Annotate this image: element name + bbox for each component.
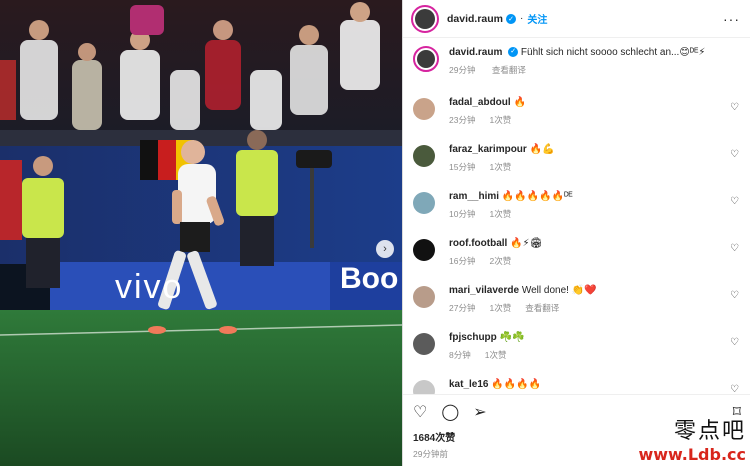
comment-item: kat_le16 🔥🔥🔥🔥 ♡ — [413, 378, 741, 394]
comment-item: roof.football 🔥⚡🏟 16分钟 2次赞 ♡ — [413, 237, 741, 284]
heart-icon[interactable]: ♡ — [730, 243, 739, 254]
comment-time: 27分钟 — [449, 303, 476, 313]
next-photo-button[interactable]: › — [376, 240, 394, 258]
comment-item: faraz_karimpour 🔥💪 15分钟 1次赞 ♡ — [413, 143, 741, 190]
author-username[interactable]: david.raum — [447, 13, 503, 25]
more-horizontal-icon[interactable]: ··· — [723, 11, 740, 27]
commenter-avatar[interactable] — [413, 333, 435, 355]
comment-item: fpjschupp ☘️☘️ 8分钟 1次赞 ♡ — [413, 331, 741, 378]
caption-username[interactable]: david.raum — [449, 47, 502, 58]
caption-time: 29分钟 — [449, 65, 476, 75]
instagram-post-viewer: vivo Boo › david.raum ✓ · 关注 ··· david.r… — [0, 0, 750, 466]
comments-list[interactable]: david.raum ✓ Fühlt sich nicht soooo schl… — [403, 38, 750, 394]
comment-likes[interactable]: 1次赞 — [489, 303, 511, 313]
commenter-avatar[interactable] — [413, 286, 435, 308]
heart-icon[interactable]: ♡ — [730, 290, 739, 301]
comment-time: 10分钟 — [449, 209, 476, 219]
post-photo[interactable]: vivo Boo › — [0, 0, 402, 466]
commenter-username[interactable]: kat_le16 — [449, 379, 488, 390]
comment-text: 🔥💪 — [529, 144, 555, 155]
heart-icon[interactable]: ♡ — [730, 337, 739, 348]
ad-second-text: Boo — [340, 262, 399, 295]
comment-likes[interactable]: 1次赞 — [489, 162, 511, 172]
author-avatar[interactable] — [411, 4, 439, 33]
comment-text: Well done! 👏❤️ — [521, 285, 597, 296]
comment-time: 23分钟 — [449, 115, 476, 125]
advertising-board: vivo Boo — [50, 262, 398, 312]
share-icon[interactable]: ➢ — [473, 402, 486, 422]
comment-time: 8分钟 — [449, 350, 471, 360]
heart-icon[interactable]: ♡ — [730, 102, 739, 113]
comment-icon[interactable]: ◯ — [441, 402, 459, 422]
commenter-username[interactable]: ram__himi — [449, 191, 499, 202]
commenter-avatar[interactable] — [413, 192, 435, 214]
commenter-username[interactable]: mari_vilaverde — [449, 285, 519, 296]
verified-badge-icon: ✓ — [506, 13, 517, 24]
follow-button[interactable]: 关注 — [527, 11, 547, 26]
comment-time: 15分钟 — [449, 162, 476, 172]
heart-icon[interactable]: ♡ — [413, 402, 427, 422]
commenter-avatar[interactable] — [413, 98, 435, 120]
see-translation-link[interactable]: 查看翻译 — [525, 303, 559, 313]
commenter-avatar[interactable] — [413, 239, 435, 261]
comment-likes[interactable]: 1次赞 — [489, 209, 511, 219]
comment-likes[interactable]: 2次赞 — [489, 256, 511, 266]
post-header: david.raum ✓ · 关注 ··· — [403, 0, 750, 38]
comment-text: 🔥🔥🔥🔥 — [491, 379, 542, 390]
caption-text: Fühlt sich nicht soooo schlecht an...😊ᴰᴱ… — [520, 47, 706, 58]
watermark-cn: 零点吧 — [673, 419, 746, 444]
comment-text: 🔥⚡🏟 — [510, 238, 543, 249]
comment-likes[interactable]: 1次赞 — [485, 350, 507, 360]
post-sidebar: david.raum ✓ · 关注 ··· david.raum ✓ Fühlt… — [402, 0, 750, 466]
comment-item: ram__himi 🔥🔥🔥🔥🔥ᴰᴱ 10分钟 1次赞 ♡ — [413, 190, 741, 237]
heart-icon[interactable]: ♡ — [730, 149, 739, 160]
ad-brand-text: vivo — [115, 267, 184, 306]
commenter-username[interactable]: faraz_karimpour — [449, 144, 527, 155]
chevron-right-icon: › — [383, 242, 387, 255]
caption-avatar[interactable] — [413, 46, 439, 72]
watermark: 零点吧 www.Ldb.cc — [638, 413, 746, 464]
see-translation-link[interactable]: 查看翻译 — [492, 65, 526, 75]
commenter-avatar[interactable] — [413, 380, 435, 394]
comment-item: fadal_abdoul 🔥 23分钟 1次赞 ♡ — [413, 96, 741, 143]
heart-icon[interactable]: ♡ — [730, 384, 739, 394]
commenter-username[interactable]: fpjschupp — [449, 332, 497, 343]
caption: david.raum ✓ Fühlt sich nicht soooo schl… — [413, 46, 741, 96]
comment-likes[interactable]: 1次赞 — [489, 115, 511, 125]
commenter-username[interactable]: roof.football — [449, 238, 507, 249]
comment-item: mari_vilaverde Well done! 👏❤️ 27分钟 1次赞 查看翻译… — [413, 284, 741, 331]
heart-icon[interactable]: ♡ — [730, 196, 739, 207]
watermark-url: www.Ldb.cc — [638, 445, 746, 464]
stadium-scene — [0, 0, 402, 466]
comment-text: 🔥🔥🔥🔥🔥ᴰᴱ — [501, 191, 573, 202]
separator-dot: · — [520, 13, 524, 24]
verified-badge-icon: ✓ — [508, 47, 519, 58]
comment-time: 16分钟 — [449, 256, 476, 266]
commenter-username[interactable]: fadal_abdoul — [449, 97, 511, 108]
commenter-avatar[interactable] — [413, 145, 435, 167]
comment-text: ☘️☘️ — [499, 332, 525, 343]
comment-text: 🔥 — [513, 97, 526, 108]
